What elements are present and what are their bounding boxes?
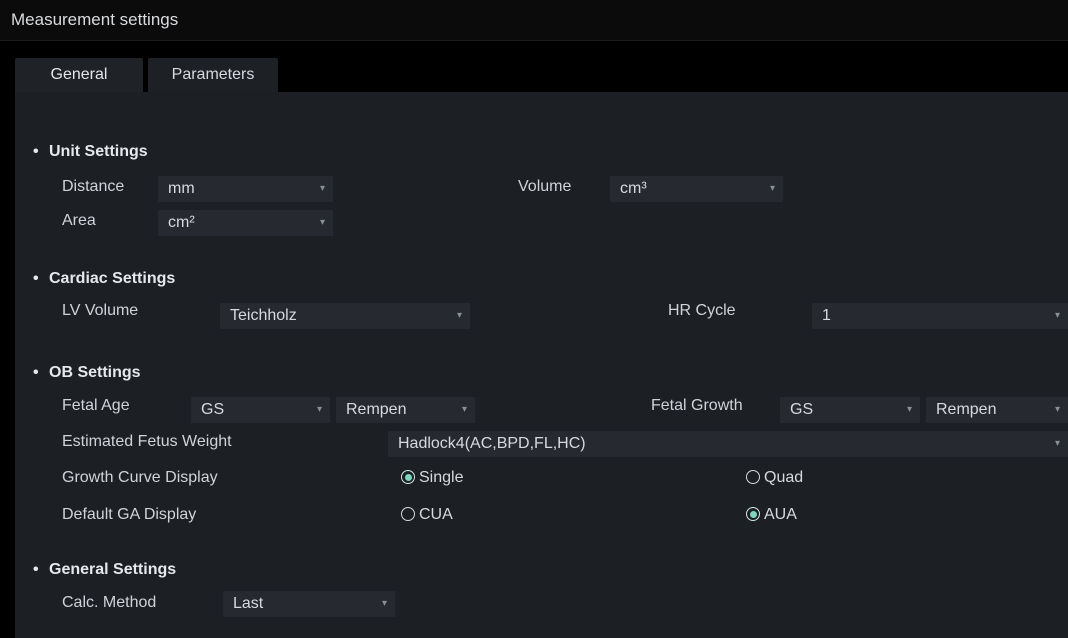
bullet-icon: •: [33, 364, 39, 381]
calc-method-select[interactable]: Last ▾: [223, 591, 395, 617]
title-bar: Measurement settings: [0, 0, 1068, 41]
hr-cycle-value: 1: [822, 307, 831, 324]
chevron-down-icon: ▾: [381, 598, 387, 609]
tab-general[interactable]: General: [15, 58, 143, 92]
section-ob-settings: • OB Settings: [33, 364, 141, 382]
volume-label: Volume: [518, 178, 572, 195]
lv-volume-label: LV Volume: [62, 302, 139, 319]
bullet-icon: •: [33, 270, 39, 287]
fetal-age-select-2[interactable]: Rempen ▾: [336, 397, 475, 423]
area-label: Area: [62, 212, 96, 229]
section-cardiac-settings: • Cardiac Settings: [33, 270, 175, 288]
tab-parameters[interactable]: Parameters: [148, 58, 278, 92]
fetal-age-value-2: Rempen: [346, 401, 407, 418]
chevron-down-icon: ▾: [1054, 404, 1060, 415]
radio-selected-icon: [401, 470, 415, 484]
chevron-down-icon: ▾: [319, 183, 325, 194]
default-ga-radio-cua[interactable]: CUA: [401, 506, 453, 524]
radio-unselected-icon: [401, 507, 415, 521]
distance-select[interactable]: mm ▾: [158, 176, 333, 202]
efw-value: Hadlock4(AC,BPD,FL,HC): [398, 435, 586, 452]
volume-value: cm³: [620, 180, 647, 197]
section-heading: General Settings: [49, 561, 177, 578]
growth-curve-label: Growth Curve Display: [62, 469, 218, 486]
efw-label: Estimated Fetus Weight: [62, 433, 232, 450]
radio-selected-icon: [746, 507, 760, 521]
fetal-age-label: Fetal Age: [62, 397, 130, 414]
default-ga-label: Default GA Display: [62, 506, 197, 523]
growth-curve-radio-single[interactable]: Single: [401, 469, 463, 487]
chevron-down-icon: ▾: [1054, 438, 1060, 449]
growth-curve-radio-quad[interactable]: Quad: [746, 469, 803, 487]
fetal-growth-label: Fetal Growth: [651, 397, 743, 414]
chevron-down-icon: ▾: [1054, 310, 1060, 321]
settings-panel: [15, 92, 1068, 638]
radio-label: CUA: [419, 506, 453, 523]
section-heading: OB Settings: [49, 364, 141, 381]
area-value: cm²: [168, 214, 195, 231]
fetal-growth-value-1: GS: [790, 401, 814, 418]
efw-select[interactable]: Hadlock4(AC,BPD,FL,HC) ▾: [388, 431, 1068, 457]
radio-label: Single: [419, 469, 464, 486]
fetal-growth-select-1[interactable]: GS ▾: [780, 397, 920, 423]
section-general-settings: • General Settings: [33, 561, 176, 579]
radio-label: AUA: [764, 506, 797, 523]
fetal-growth-select-2[interactable]: Rempen ▾: [926, 397, 1068, 423]
radio-label: Quad: [764, 469, 804, 486]
radio-unselected-icon: [746, 470, 760, 484]
chevron-down-icon: ▾: [316, 404, 322, 415]
distance-value: mm: [168, 180, 195, 197]
fetal-age-select-1[interactable]: GS ▾: [191, 397, 330, 423]
area-select[interactable]: cm² ▾: [158, 210, 333, 236]
fetal-age-value-1: GS: [201, 401, 225, 418]
window-title: Measurement settings: [11, 10, 179, 29]
chevron-down-icon: ▾: [456, 310, 462, 321]
lv-volume-select[interactable]: Teichholz ▾: [220, 303, 470, 329]
volume-select[interactable]: cm³ ▾: [610, 176, 783, 202]
section-unit-settings: • Unit Settings: [33, 143, 148, 161]
fetal-growth-value-2: Rempen: [936, 401, 997, 418]
default-ga-radio-aua[interactable]: AUA: [746, 506, 797, 524]
calc-method-value: Last: [233, 595, 264, 612]
section-heading: Cardiac Settings: [49, 270, 176, 287]
bullet-icon: •: [33, 143, 39, 160]
chevron-down-icon: ▾: [906, 404, 912, 415]
calc-method-label: Calc. Method: [62, 594, 157, 611]
hr-cycle-label: HR Cycle: [668, 302, 736, 319]
chevron-down-icon: ▾: [461, 404, 467, 415]
hr-cycle-select[interactable]: 1 ▾: [812, 303, 1068, 329]
distance-label: Distance: [62, 178, 125, 195]
chevron-down-icon: ▾: [319, 217, 325, 228]
bullet-icon: •: [33, 561, 39, 578]
lv-volume-value: Teichholz: [230, 307, 297, 324]
section-heading: Unit Settings: [49, 143, 148, 160]
chevron-down-icon: ▾: [769, 183, 775, 194]
